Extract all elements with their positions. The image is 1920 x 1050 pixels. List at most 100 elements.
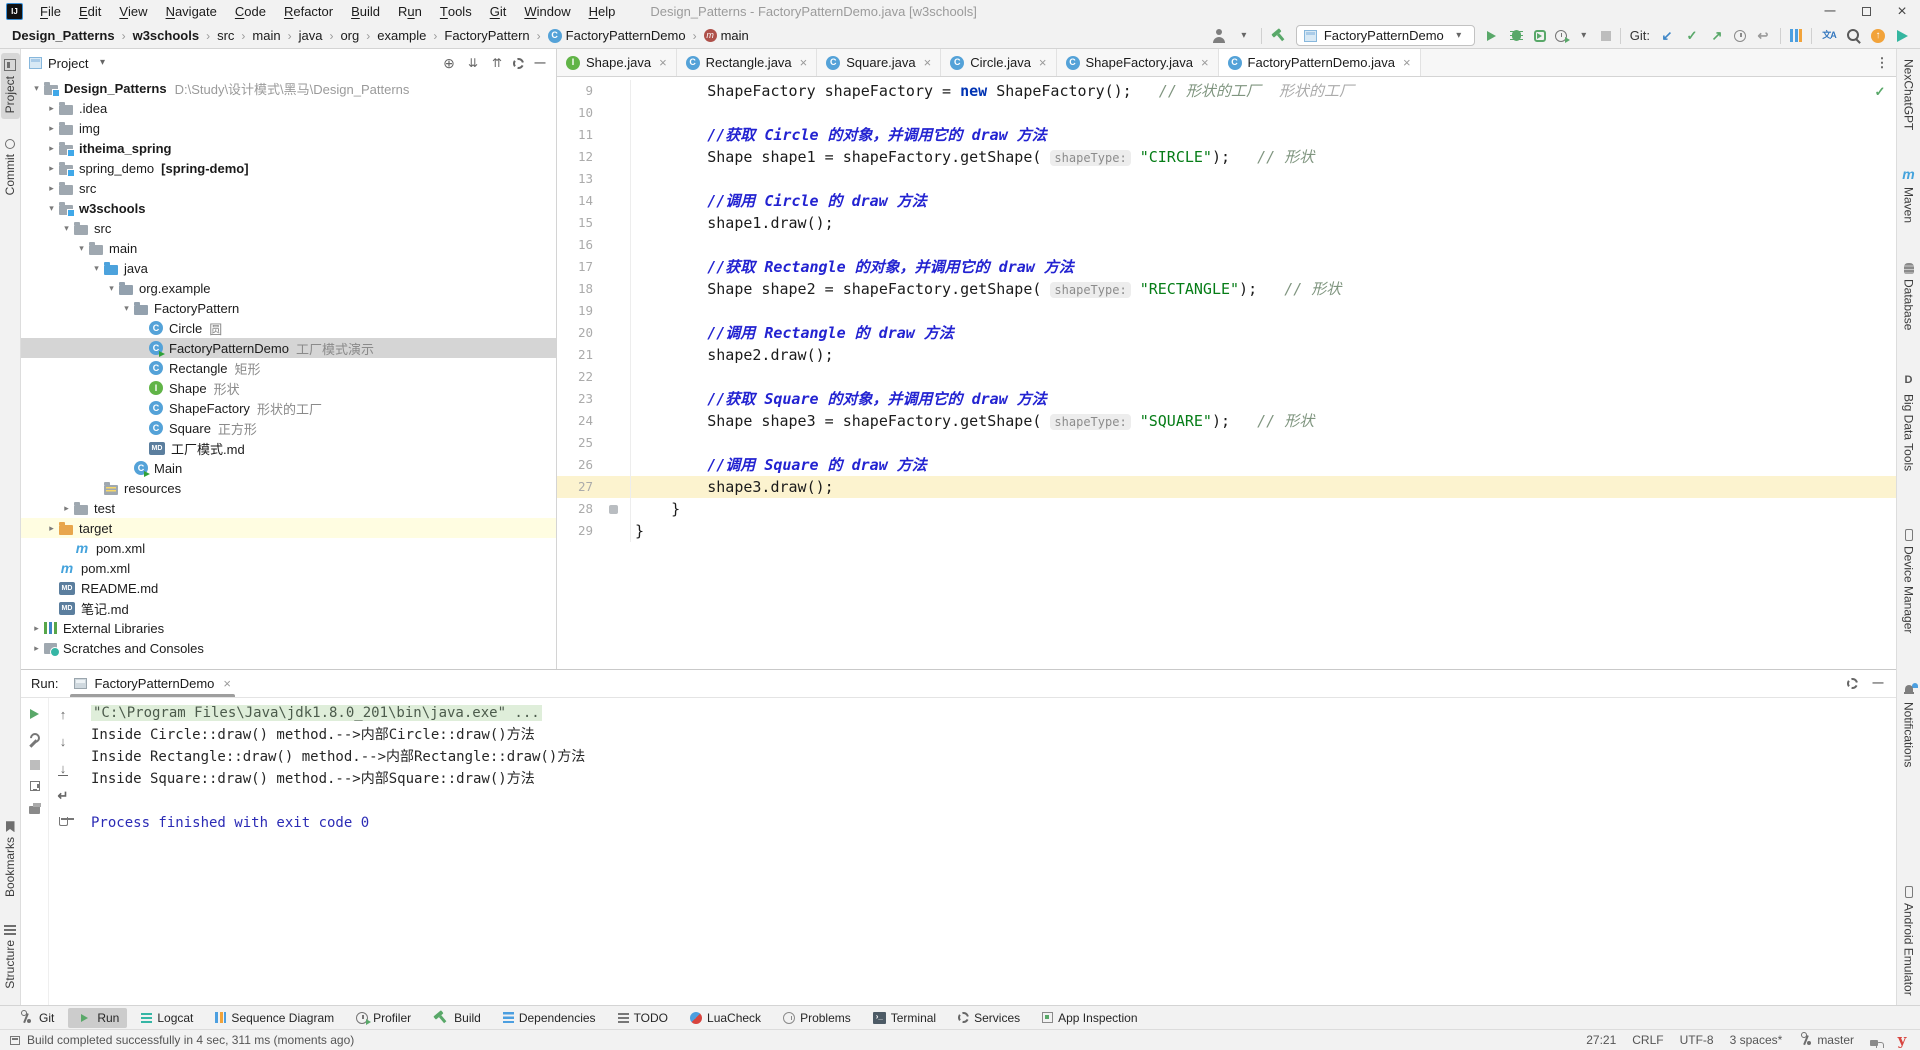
tab-Square.java[interactable]: Square.java× — [817, 49, 941, 76]
breadcrumb-item[interactable]: main — [702, 28, 751, 43]
tree-chevron-icon[interactable]: ▾ — [74, 243, 89, 254]
tree-item-4[interactable]: ▸spring_demo[spring-demo] — [21, 158, 556, 178]
avatar-dropdown-icon[interactable] — [1236, 28, 1252, 44]
tree-item-8[interactable]: ▾main — [21, 238, 556, 258]
toolwindow-problems[interactable]: Problems — [775, 1009, 859, 1027]
run-button[interactable] — [1484, 28, 1500, 44]
tree-chevron-icon[interactable]: ▸ — [44, 183, 59, 194]
code-line[interactable]: 14 //调用 Circle 的 draw 方法 — [557, 190, 1896, 212]
sidebar-item-android-emulator[interactable]: Android Emulator — [1902, 886, 1916, 996]
inspections-ok-icon[interactable] — [1872, 83, 1888, 99]
tree-item-28[interactable]: ▸Scratches and Consoles — [21, 638, 556, 658]
breadcrumb-item[interactable]: FactoryPattern — [442, 28, 531, 43]
indent-setting[interactable]: 3 spaces* — [1730, 1033, 1783, 1047]
tree-chevron-icon[interactable]: ▸ — [44, 103, 59, 114]
tree-item-2[interactable]: ▸img — [21, 118, 556, 138]
menu-tools[interactable]: Tools — [431, 0, 481, 23]
sidebar-item-device-manager[interactable]: Device Manager — [1902, 529, 1916, 633]
code-line[interactable]: 9 ShapeFactory shapeFactory = new ShapeF… — [557, 80, 1896, 102]
code-line[interactable]: 19 — [557, 300, 1896, 322]
menu-navigate[interactable]: Navigate — [157, 0, 226, 23]
menu-view[interactable]: View — [110, 0, 156, 23]
code-line[interactable]: 21 shape2.draw(); — [557, 344, 1896, 366]
project-view-dropdown-icon[interactable] — [94, 55, 110, 71]
git-history-button[interactable] — [1734, 30, 1746, 42]
git-commit-button[interactable] — [1684, 28, 1700, 44]
toolwindow-services[interactable]: Services — [950, 1009, 1028, 1027]
tab-close-icon[interactable]: × — [924, 55, 932, 70]
up-icon[interactable] — [55, 706, 71, 722]
menu-edit[interactable]: Edit — [70, 0, 110, 23]
print-icon[interactable] — [29, 806, 40, 814]
sidebar-item-bookmarks[interactable]: Bookmarks — [1, 815, 20, 903]
code-line[interactable]: 23 //获取 Square 的对象，并调用它的 draw 方法 — [557, 388, 1896, 410]
sidebar-item-project[interactable]: Project — [1, 53, 20, 119]
wrench-icon[interactable] — [27, 733, 43, 749]
sidebar-item-nexchatgpt[interactable]: NexChatGPT — [1902, 59, 1916, 130]
run-settings-gear-icon[interactable] — [1847, 678, 1858, 689]
code-line[interactable]: 18 Shape shape2 = shapeFactory.getShape(… — [557, 278, 1896, 300]
code-line[interactable]: 16 — [557, 234, 1896, 256]
sidebar-item-structure[interactable]: Structure — [1, 919, 20, 995]
search-everywhere-icon[interactable] — [1846, 28, 1862, 44]
rerun-icon[interactable] — [27, 706, 43, 722]
tree-item-16[interactable]: ShapeFactory形状的工厂 — [21, 398, 556, 418]
tree-item-24[interactable]: pom.xml — [21, 558, 556, 578]
run-minimize-icon[interactable] — [1870, 676, 1886, 692]
tab-FactoryPatternDemo.java[interactable]: FactoryPatternDemo.java× — [1219, 49, 1421, 76]
lock-icon[interactable] — [1870, 1040, 1878, 1046]
expand-all-icon[interactable] — [465, 55, 481, 71]
tree-item-5[interactable]: ▸src — [21, 178, 556, 198]
run-console[interactable]: "C:\Program Files\Java\jdk1.8.0_201\bin\… — [77, 698, 1896, 1005]
toolwindow-sequence-diagram[interactable]: Sequence Diagram — [207, 1009, 342, 1027]
tree-item-1[interactable]: ▸.idea — [21, 98, 556, 118]
toolwindow-app-inspection[interactable]: App Inspection — [1034, 1009, 1145, 1027]
run-tab[interactable]: FactoryPatternDemo × — [70, 670, 235, 697]
tree-item-21[interactable]: ▸test — [21, 498, 556, 518]
tree-chevron-icon[interactable]: ▾ — [29, 83, 44, 94]
code-line[interactable]: 27 shape3.draw(); — [557, 476, 1896, 498]
tab-close-icon[interactable]: × — [1201, 55, 1209, 70]
build-hammer-icon[interactable] — [1268, 24, 1291, 47]
git-branch-widget[interactable]: master — [1798, 1032, 1854, 1048]
plugin-play-icon[interactable] — [1894, 28, 1910, 44]
event-log-icon[interactable] — [10, 1036, 20, 1045]
tab-ShapeFactory.java[interactable]: ShapeFactory.java× — [1057, 49, 1219, 76]
tree-chevron-icon[interactable]: ▾ — [89, 263, 104, 274]
toolwindow-profiler[interactable]: Profiler — [348, 1009, 419, 1027]
tab-Circle.java[interactable]: Circle.java× — [941, 49, 1056, 76]
menu-refactor[interactable]: Refactor — [275, 0, 342, 23]
toolwindow-todo[interactable]: TODO — [610, 1009, 676, 1027]
breadcrumb-item[interactable]: main — [250, 28, 282, 43]
tree-item-25[interactable]: README.md — [21, 578, 556, 598]
tree-item-9[interactable]: ▾java — [21, 258, 556, 278]
hide-panel-icon[interactable] — [532, 55, 548, 71]
breadcrumb-item[interactable]: src — [215, 28, 236, 43]
sidebar-item-notifications[interactable]: Notifications — [1901, 681, 1917, 767]
tab-Shape.java[interactable]: Shape.java× — [557, 49, 677, 76]
toolwindow-build[interactable]: Build — [425, 1008, 489, 1028]
stop-button[interactable] — [1601, 31, 1611, 41]
close-button[interactable] — [1884, 0, 1920, 23]
tree-item-18[interactable]: 工厂模式.md — [21, 438, 556, 458]
tree-item-26[interactable]: 笔记.md — [21, 598, 556, 618]
menu-help[interactable]: Help — [580, 0, 625, 23]
tree-item-15[interactable]: Shape形状 — [21, 378, 556, 398]
grid-icon[interactable] — [30, 781, 40, 791]
git-update-button[interactable] — [1659, 28, 1675, 44]
run-configuration-select[interactable]: FactoryPatternDemo — [1296, 25, 1475, 46]
code-line[interactable]: 24 Shape shape3 = shapeFactory.getShape(… — [557, 410, 1896, 432]
code-line[interactable]: 28 } — [557, 498, 1896, 520]
fold-marker-icon[interactable] — [609, 505, 618, 514]
code-line[interactable]: 17 //获取 Rectangle 的对象，并调用它的 draw 方法 — [557, 256, 1896, 278]
menu-git[interactable]: Git — [481, 0, 516, 23]
sidebar-item-maven[interactable]: Maven — [1901, 166, 1917, 223]
tree-item-20[interactable]: resources — [21, 478, 556, 498]
menu-code[interactable]: Code — [226, 0, 275, 23]
tree-item-10[interactable]: ▾org.example — [21, 278, 556, 298]
tree-chevron-icon[interactable]: ▸ — [44, 163, 59, 174]
breadcrumb-item[interactable]: FactoryPatternDemo — [546, 28, 688, 43]
code-line[interactable]: 11 //获取 Circle 的对象，并调用它的 draw 方法 — [557, 124, 1896, 146]
tree-item-3[interactable]: ▸itheima_spring — [21, 138, 556, 158]
code-line[interactable]: 15 shape1.draw(); — [557, 212, 1896, 234]
